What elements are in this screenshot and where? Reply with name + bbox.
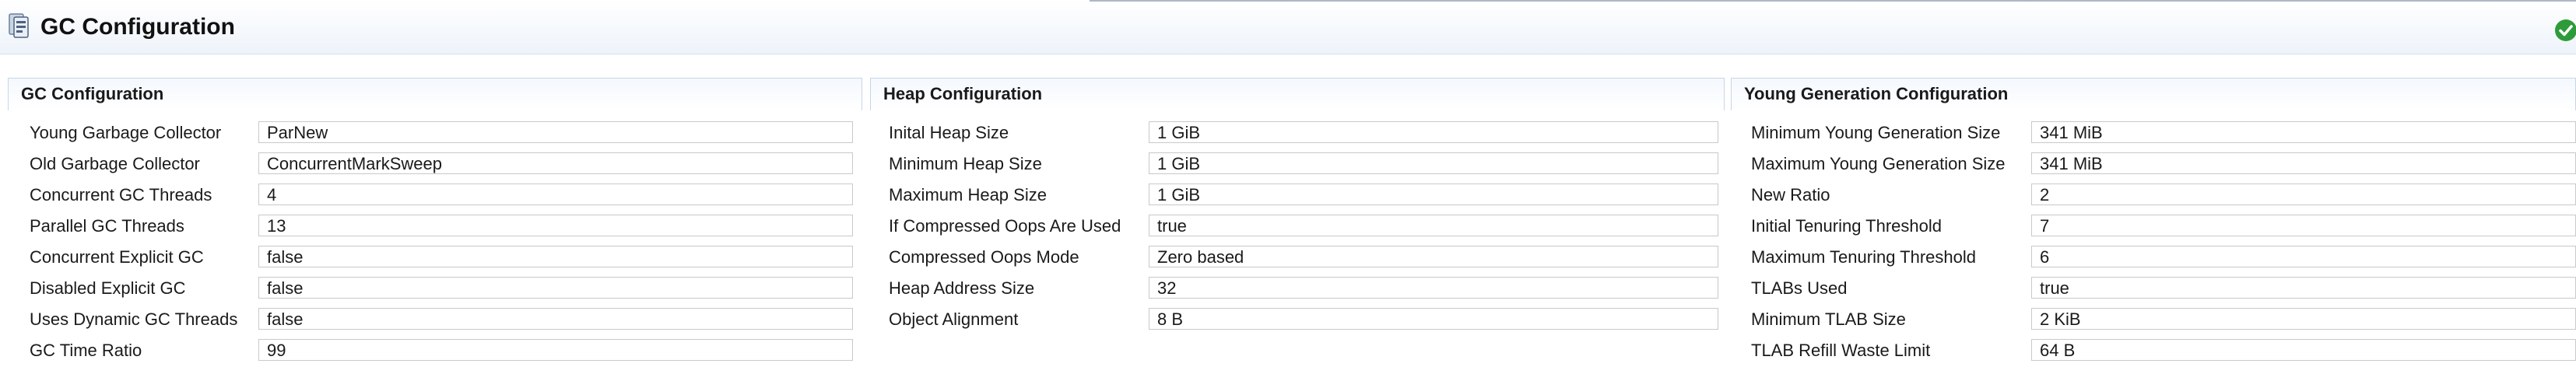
field-label: Minimum TLAB Size — [1751, 309, 1906, 329]
field-value[interactable]: 341 MiB — [2031, 121, 2576, 143]
field-label: GC Time Ratio — [30, 341, 142, 360]
section-header: Heap Configuration — [870, 78, 1725, 110]
gc-configuration-section: GC Configuration Young Garbage Collector… — [8, 78, 862, 381]
field-value[interactable]: 7 — [2031, 215, 2576, 236]
field-row: New Ratio 2 — [1731, 184, 2576, 207]
field-label: If Compressed Oops Are Used — [889, 216, 1121, 236]
field-row: Minimum Heap Size 1 GiB — [870, 152, 1725, 176]
field-label: Minimum Young Generation Size — [1751, 123, 2001, 142]
field-value[interactable]: ParNew — [258, 121, 853, 143]
field-value[interactable]: 13 — [258, 215, 853, 236]
field-value[interactable]: 1 GiB — [1149, 152, 1718, 174]
field-value[interactable]: 32 — [1149, 277, 1718, 299]
field-label: Young Garbage Collector — [30, 123, 222, 142]
field-row: Concurrent Explicit GC false — [8, 246, 862, 269]
field-row: Inital Heap Size 1 GiB — [870, 121, 1725, 145]
page-title: GC Configuration — [40, 14, 235, 40]
field-label: Concurrent GC Threads — [30, 185, 212, 204]
field-label: Inital Heap Size — [889, 123, 1009, 142]
gc-config-icon — [9, 13, 29, 38]
title-bar-edge-dark — [1090, 0, 2576, 2]
field-row: Parallel GC Threads 13 — [8, 215, 862, 238]
field-value[interactable]: 8 B — [1149, 308, 1718, 330]
field-value[interactable]: 2 KiB — [2031, 308, 2576, 330]
field-row: Heap Address Size 32 — [870, 277, 1725, 300]
field-row: Maximum Heap Size 1 GiB — [870, 184, 1725, 207]
field-value[interactable]: 2 — [2031, 184, 2576, 205]
field-value[interactable]: true — [2031, 277, 2576, 299]
field-label: Old Garbage Collector — [30, 154, 200, 173]
field-row: Young Garbage Collector ParNew — [8, 121, 862, 145]
field-label: Disabled Explicit GC — [30, 278, 186, 298]
field-row: TLABs Used true — [1731, 277, 2576, 300]
field-label: Concurrent Explicit GC — [30, 247, 204, 267]
field-label: Maximum Tenuring Threshold — [1751, 247, 1976, 267]
field-value[interactable]: false — [258, 308, 853, 330]
section-header: Young Generation Configuration — [1731, 78, 2576, 110]
field-row: Initial Tenuring Threshold 7 — [1731, 215, 2576, 238]
section-header: GC Configuration — [8, 78, 862, 110]
field-label: Initial Tenuring Threshold — [1751, 216, 1943, 236]
field-row: Minimum Young Generation Size 341 MiB — [1731, 121, 2576, 145]
field-value[interactable]: 341 MiB — [2031, 152, 2576, 174]
field-label: Maximum Young Generation Size — [1751, 154, 2006, 173]
field-label: Maximum Heap Size — [889, 185, 1047, 204]
young-generation-configuration-section: Young Generation Configuration Minimum Y… — [1731, 78, 2576, 381]
field-value[interactable]: 1 GiB — [1149, 121, 1718, 143]
field-value[interactable]: false — [258, 246, 853, 267]
field-label: TLABs Used — [1751, 278, 1848, 298]
field-row: Minimum TLAB Size 2 KiB — [1731, 308, 2576, 331]
field-value[interactable]: Zero based — [1149, 246, 1718, 267]
field-value[interactable]: 64 B — [2031, 339, 2576, 361]
field-label: Minimum Heap Size — [889, 154, 1042, 173]
field-row: Maximum Young Generation Size 341 MiB — [1731, 152, 2576, 176]
field-row: TLAB Refill Waste Limit 64 B — [1731, 339, 2576, 362]
field-value[interactable]: 4 — [258, 184, 853, 205]
heap-configuration-section: Heap Configuration Inital Heap Size 1 Gi… — [870, 78, 1725, 381]
title-bar-edge — [498, 0, 1090, 2]
field-row: Maximum Tenuring Threshold 6 — [1731, 246, 2576, 269]
field-value[interactable]: 6 — [2031, 246, 2576, 267]
field-row: Disabled Explicit GC false — [8, 277, 862, 300]
field-value[interactable]: 99 — [258, 339, 853, 361]
field-label: Compressed Oops Mode — [889, 247, 1079, 267]
field-row: Old Garbage Collector ConcurrentMarkSwee… — [8, 152, 862, 176]
field-label: Parallel GC Threads — [30, 216, 184, 236]
field-label: New Ratio — [1751, 185, 1830, 204]
field-value[interactable]: 1 GiB — [1149, 184, 1718, 205]
field-row: If Compressed Oops Are Used true — [870, 215, 1725, 238]
field-row: GC Time Ratio 99 — [8, 339, 862, 362]
field-row: Compressed Oops Mode Zero based — [870, 246, 1725, 269]
field-value[interactable]: true — [1149, 215, 1718, 236]
field-label: Object Alignment — [889, 309, 1019, 329]
field-label: TLAB Refill Waste Limit — [1751, 341, 1931, 360]
field-value[interactable]: ConcurrentMarkSweep — [258, 152, 853, 174]
field-row: Concurrent GC Threads 4 — [8, 184, 862, 207]
field-row: Uses Dynamic GC Threads false — [8, 308, 862, 331]
field-label: Heap Address Size — [889, 278, 1035, 298]
field-row: Object Alignment 8 B — [870, 308, 1725, 331]
field-label: Uses Dynamic GC Threads — [30, 309, 238, 329]
title-bar: GC Configuration — [0, 0, 2576, 54]
ok-check-icon — [2555, 19, 2576, 41]
field-value[interactable]: false — [258, 277, 853, 299]
